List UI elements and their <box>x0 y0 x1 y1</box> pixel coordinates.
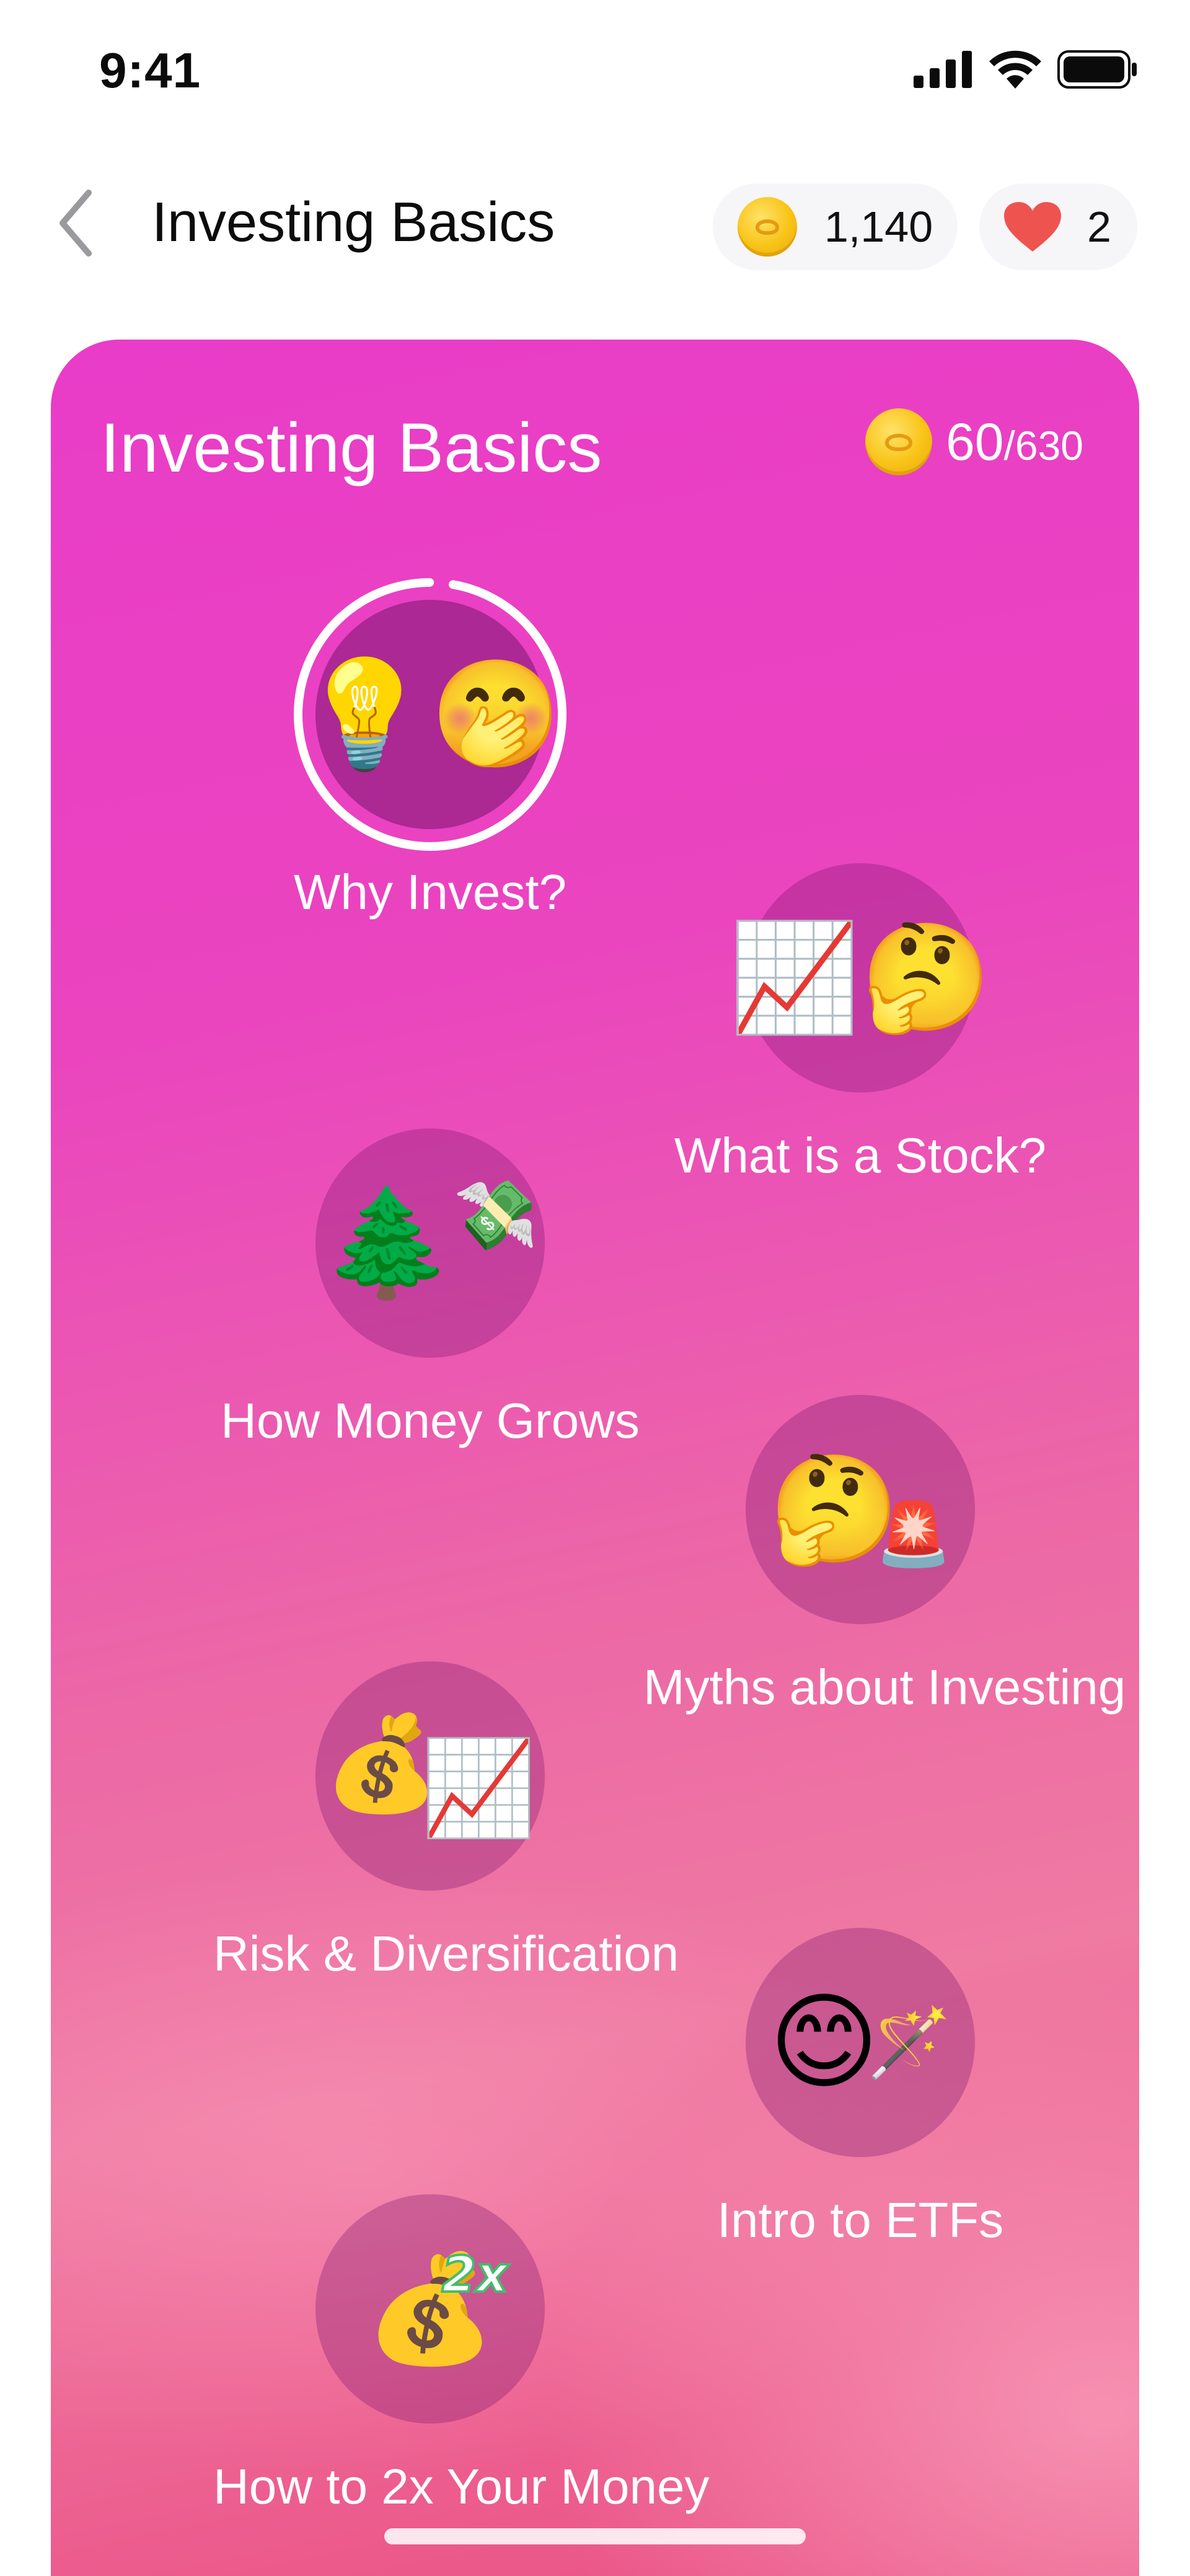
status-icons <box>914 50 1138 92</box>
progress-total: /630 <box>1003 422 1083 468</box>
course-title: Investing Basics <box>100 409 602 486</box>
lesson-node[interactable]: 🌲 💸 How Money Grows <box>213 1128 647 1449</box>
thinking-siren-memoji-icon: 🤔 🚨 <box>768 1448 953 1571</box>
status-bar: 9:41 <box>0 0 1190 149</box>
lesson-circle: 📈 🤔 <box>729 863 992 1092</box>
moneybag-chart-icon: 💰 📈 <box>324 1710 537 1842</box>
lesson-node[interactable]: 💰 📈 Risk & Diversification <box>213 1661 679 1982</box>
lesson-circle: 🤔 🚨 <box>746 1395 975 1624</box>
cellular-signal-icon <box>914 50 973 91</box>
lesson-label: How Money Grows <box>221 1393 640 1448</box>
lesson-circle: 💰 📈 <box>315 1661 545 1891</box>
progress-value: 60 <box>946 412 1004 471</box>
coin-icon <box>865 408 933 475</box>
hearts-balance[interactable]: 2 <box>979 183 1137 270</box>
lesson-node[interactable]: 📈 🤔 What is a Stock? <box>643 863 1077 1184</box>
lesson-label: Myths about Investing <box>643 1659 1126 1715</box>
screen: 9:41 Investing Basics 1,140 2 Investing … <box>0 0 1190 2576</box>
lesson-label: Risk & Diversification <box>213 1926 679 1981</box>
hearts-count: 2 <box>1087 203 1111 251</box>
coin-icon <box>738 197 797 257</box>
course-card: Investing Basics 60/630 💡🤭 Why Invest? <box>51 340 1139 2576</box>
lesson-circle: 😊 🪄 <box>746 1928 975 2157</box>
back-button[interactable] <box>47 186 103 260</box>
progress-ring <box>294 578 566 851</box>
status-time: 9:41 <box>99 43 201 98</box>
header: Investing Basics 1,140 2 <box>0 167 1190 279</box>
lesson-circle: 💰 2x <box>315 2194 545 2424</box>
course-progress: 60/630 <box>865 408 1083 476</box>
chevron-left-icon <box>60 190 92 257</box>
magic-wand-memoji-icon: 😊 🪄 <box>769 1981 952 2104</box>
wifi-icon <box>989 50 1041 92</box>
moneybag-2x-icon: 💰 2x <box>364 2246 509 2370</box>
page-title: Investing Basics <box>152 191 555 253</box>
lesson-node[interactable]: 💡 🤭 Why Invest? <box>213 578 647 921</box>
lesson-node[interactable]: 😊 🪄 Intro to ETFs <box>643 1928 1077 2249</box>
lesson-node[interactable]: 💰 2x How to 2x Your Money <box>213 2194 710 2515</box>
lesson-node[interactable]: 🤔 🚨 Myths about Investing <box>643 1395 1126 1716</box>
2x-badge-icon: 2x <box>441 2246 509 2303</box>
home-indicator[interactable] <box>384 2528 806 2544</box>
coins-balance[interactable]: 1,140 <box>713 183 958 270</box>
lesson-label: Intro to ETFs <box>716 2192 1004 2248</box>
lesson-circle: 💡 🤭 <box>294 578 566 851</box>
battery-icon <box>1057 50 1138 92</box>
lesson-label: How to 2x Your Money <box>213 2459 710 2514</box>
lesson-label: Why Invest? <box>293 864 567 920</box>
tree-flying-money-icon: 🌲 💸 <box>322 1176 539 1304</box>
lesson-circle: 🌲 💸 <box>315 1128 545 1358</box>
chart-thinking-memoji-icon: 📈 🤔 <box>729 917 992 1039</box>
heart-icon <box>1003 201 1062 253</box>
coins-count: 1,140 <box>824 203 933 251</box>
lesson-label: What is a Stock? <box>674 1128 1047 1183</box>
